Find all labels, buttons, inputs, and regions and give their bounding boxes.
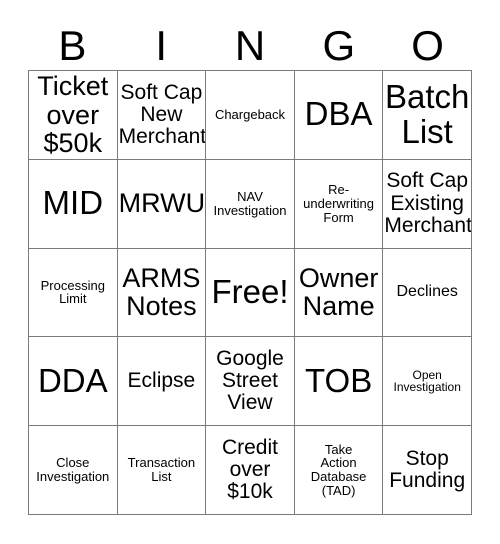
bingo-cell-label: Processing Limit (40, 277, 105, 307)
bingo-cell-g5[interactable]: Take Action Database (TAD) (294, 426, 384, 515)
bingo-cell-label: Close Investigation (36, 455, 110, 485)
bingo-header: B I N G O (28, 22, 472, 70)
bingo-cell-label: MRWU (118, 188, 206, 219)
bingo-cell-o3[interactable]: Declines (383, 248, 472, 338)
bingo-cell-n5[interactable]: Credit over $10k (206, 426, 295, 515)
bingo-cell-i3[interactable]: ARMS Notes (117, 248, 207, 338)
bingo-cell-b1[interactable]: Ticket over $50k (29, 71, 118, 160)
bingo-cell-label: Google Street View (216, 346, 284, 415)
bingo-cell-o1[interactable]: Batch List (383, 71, 472, 160)
bingo-cell-i2[interactable]: MRWU (117, 159, 207, 249)
bingo-cell-b2[interactable]: MID (29, 159, 118, 249)
bingo-cell-label: Stop Funding (389, 446, 466, 493)
bingo-cell-i5[interactable]: Transaction List (117, 426, 207, 515)
bingo-cell-label: Chargeback (214, 107, 286, 123)
bingo-cell-label: Credit over $10k (221, 435, 278, 504)
header-letter-g: G (322, 22, 356, 69)
bingo-cell-i1[interactable]: Soft Cap New Merchant (117, 71, 207, 160)
bingo-cell-label: Eclipse (127, 369, 196, 393)
bingo-cell-g3[interactable]: Owner Name (294, 248, 384, 338)
bingo-cell-n1[interactable]: Chargeback (206, 71, 295, 160)
bingo-cell-b3[interactable]: Processing Limit (29, 248, 118, 338)
bingo-cell-n2[interactable]: NAV Investigation (206, 159, 295, 249)
bingo-cell-label: Owner Name (298, 262, 379, 322)
bingo-cell-label: Open Investigation (393, 367, 461, 395)
bingo-cell-label: MID (42, 184, 104, 222)
bingo-cell-free-space[interactable]: Free! (206, 248, 295, 338)
bingo-cell-n4[interactable]: Google Street View (206, 337, 295, 427)
bingo-cell-label: Re- underwriting Form (303, 182, 374, 225)
bingo-cell-label: NAV Investigation (213, 188, 287, 218)
bingo-cell-b5[interactable]: Close Investigation (29, 426, 118, 515)
bingo-grid: Ticket over $50k Soft Cap New Merchant C… (28, 70, 472, 515)
bingo-cell-label: Soft Cap New Merchant (118, 80, 207, 149)
header-letter-o: O (411, 22, 444, 69)
bingo-cell-label: ARMS Notes (122, 262, 201, 322)
bingo-cell-o5[interactable]: Stop Funding (383, 426, 472, 515)
bingo-cell-label: DBA (304, 95, 373, 133)
bingo-cell-g1[interactable]: DBA (294, 71, 384, 160)
bingo-cell-label: Declines (396, 283, 458, 301)
bingo-cell-i4[interactable]: Eclipse (117, 337, 207, 427)
header-letter-n: N (234, 22, 266, 69)
bingo-cell-o4[interactable]: Open Investigation (383, 337, 472, 427)
bingo-cell-label: Batch List (384, 77, 470, 150)
bingo-cell-b4[interactable]: DDA (29, 337, 118, 427)
bingo-cell-label: Transaction List (127, 455, 196, 485)
bingo-cell-label: Take Action Database (TAD) (310, 441, 367, 498)
bingo-cell-o2[interactable]: Soft Cap Existing Merchant (383, 159, 472, 249)
bingo-cell-label: Ticket over $50k (37, 71, 109, 159)
bingo-cell-g4[interactable]: TOB (294, 337, 384, 427)
bingo-cell-label: Free! (211, 273, 289, 310)
header-letter-b: B (58, 22, 87, 69)
bingo-card: B I N G O Ticket over $50k Soft Cap New … (0, 0, 500, 544)
bingo-cell-label: TOB (304, 361, 373, 399)
bingo-cell-g2[interactable]: Re- underwriting Form (294, 159, 384, 249)
header-letter-i: I (155, 22, 168, 69)
bingo-cell-label: DDA (37, 361, 108, 399)
bingo-cell-label: Soft Cap Existing Merchant (384, 169, 472, 237)
